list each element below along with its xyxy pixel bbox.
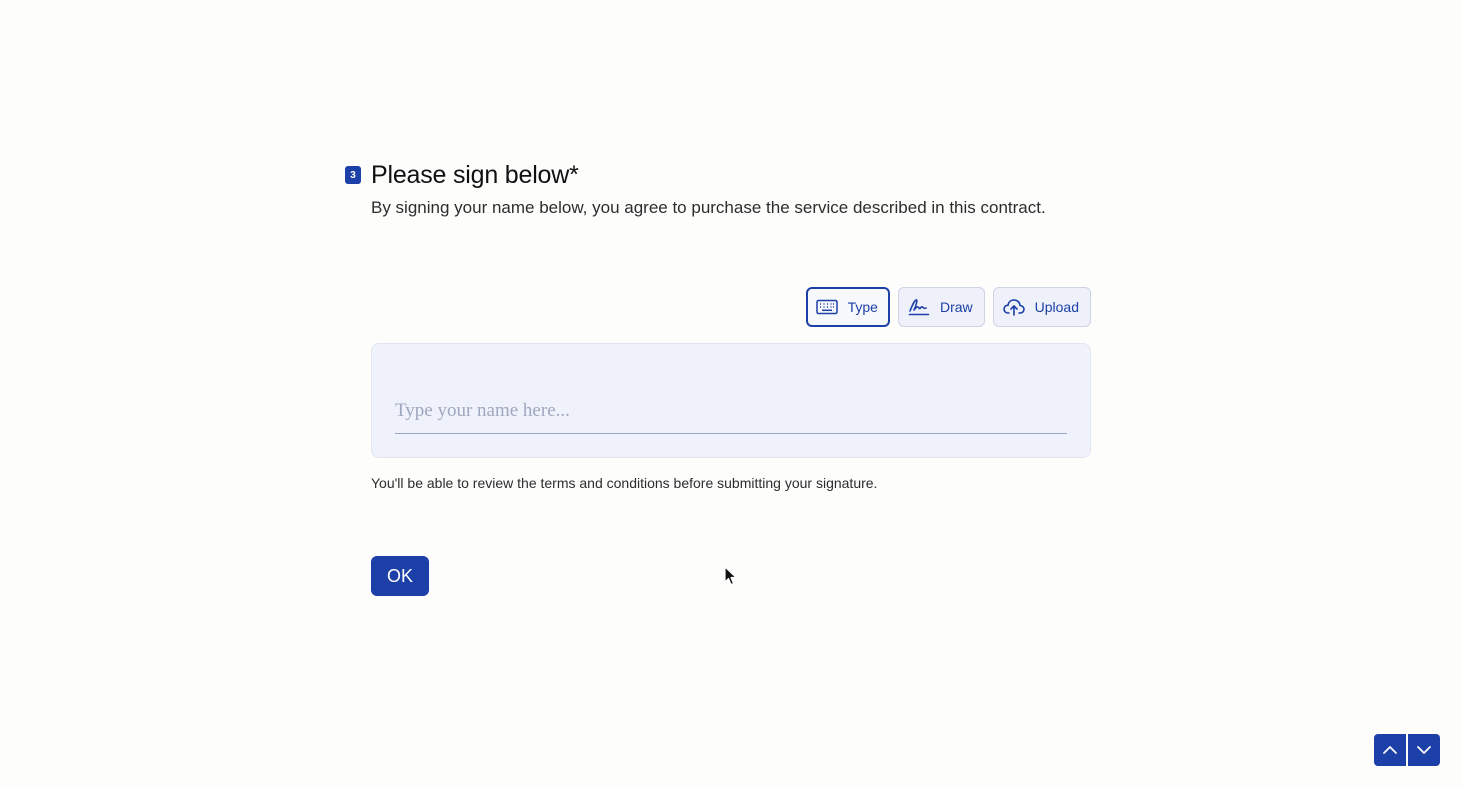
draw-mode-button[interactable]: Draw [897, 287, 985, 327]
ok-button[interactable]: OK [371, 556, 429, 596]
previous-question-button[interactable] [1374, 734, 1406, 766]
question-navigation [1374, 734, 1440, 766]
next-question-button[interactable] [1408, 734, 1440, 766]
chevron-down-icon [1417, 746, 1431, 754]
signature-box [371, 343, 1091, 458]
upload-mode-label: Upload [1034, 299, 1079, 315]
draw-mode-label: Draw [939, 299, 973, 315]
type-mode-label: Type [847, 299, 878, 315]
chevron-up-icon [1383, 746, 1397, 754]
mouse-pointer-icon [724, 566, 737, 586]
upload-mode-button[interactable]: Upload [992, 287, 1091, 327]
signature-mode-tabs: Type Draw Upload [805, 287, 1091, 327]
signature-question: 3 Please sign below* By signing your nam… [345, 160, 1105, 596]
question-number-badge: 3 [345, 166, 361, 184]
type-mode-button[interactable]: Type [805, 287, 890, 327]
keyboard-icon [815, 299, 838, 315]
terms-note: You'll be able to review the terms and c… [371, 475, 878, 491]
cloud-upload-icon [1002, 299, 1025, 316]
question-header: 3 Please sign below* [345, 160, 1105, 190]
form-page: 3 Please sign below* By signing your nam… [0, 0, 1462, 788]
signature-name-input[interactable] [395, 388, 1067, 434]
question-title: Please sign below* [371, 160, 579, 189]
question-description: By signing your name below, you agree to… [371, 198, 1046, 217]
signature-pen-icon [908, 299, 930, 316]
